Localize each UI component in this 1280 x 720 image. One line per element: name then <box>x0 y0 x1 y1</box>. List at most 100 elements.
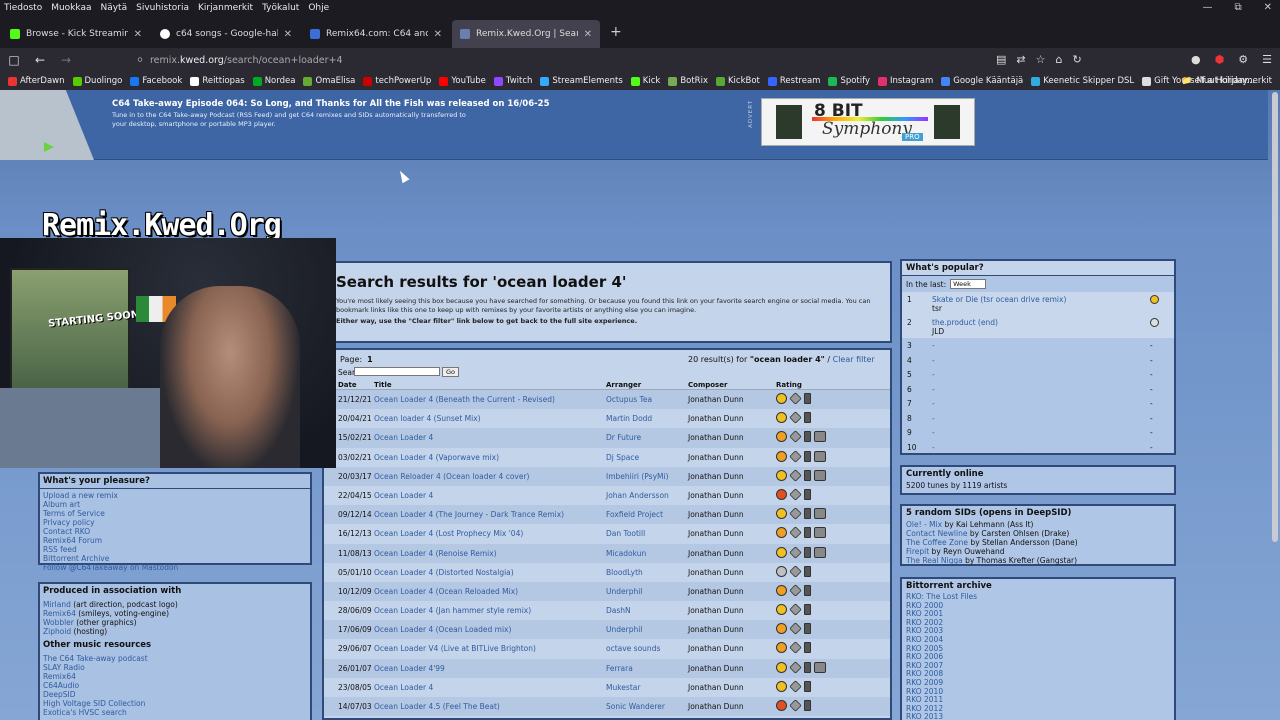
row-arranger-link[interactable]: Imbehiiri (PsyMi) <box>606 472 669 481</box>
resource-link[interactable]: DeepSID <box>43 690 307 699</box>
download-icon[interactable] <box>789 545 802 559</box>
resource-link[interactable]: C64Audio <box>43 681 307 690</box>
row-arranger-link[interactable]: BloodLyth <box>606 568 643 577</box>
pleasure-link[interactable]: Terms of Service <box>43 509 307 518</box>
row-arranger-link[interactable]: Ferrara <box>606 664 633 673</box>
row-title-link[interactable]: Ocean Loader 4 (Renoise Remix) <box>374 549 497 558</box>
association-link[interactable]: Ziphoid <box>43 627 71 636</box>
pleasure-link[interactable]: Follow @C64Takeaway on Mastodon <box>43 563 307 572</box>
page-number[interactable]: 1 <box>367 355 373 364</box>
reader-icon[interactable]: ▤ <box>996 53 1006 66</box>
row-title-link[interactable]: Ocean loader 4 (Sunset Mix) <box>374 414 481 423</box>
row-title-link[interactable]: Ocean Loader 4 (Beneath the Current - Re… <box>374 395 555 404</box>
bookmark-item[interactable]: BotRix <box>668 76 708 86</box>
c64-icon[interactable] <box>814 661 826 673</box>
adblock-icon[interactable]: ⬢ <box>1215 53 1225 66</box>
smiley-icon[interactable] <box>776 450 787 462</box>
menu-edit[interactable]: Muokkaa <box>51 3 91 13</box>
download-icon[interactable] <box>789 603 802 616</box>
row-arranger-link[interactable]: Dan Tootill <box>606 529 645 538</box>
tab-remix64[interactable]: Remix64.com: C64 and Amiga M ✕ <box>302 20 450 48</box>
resource-link[interactable]: Remix64 <box>43 672 307 681</box>
download-icon[interactable] <box>789 392 802 405</box>
other-bookmarks[interactable]: 📁 Muut kirjanmerkit <box>1182 76 1272 86</box>
back-icon[interactable]: ← <box>32 53 48 67</box>
smiley-icon[interactable] <box>776 412 787 424</box>
download-icon[interactable] <box>789 660 802 674</box>
bookmark-item[interactable]: Google Kääntäjä <box>941 76 1023 86</box>
bookmark-item[interactable]: techPowerUp <box>363 76 431 86</box>
random-sid-link[interactable]: Firepit <box>906 547 929 556</box>
speaker-icon[interactable] <box>804 661 811 673</box>
smiley-icon[interactable] <box>776 680 787 692</box>
smiley-icon[interactable] <box>776 527 787 539</box>
resource-link[interactable]: Exotica's HVSC search <box>43 708 307 717</box>
row-arranger-link[interactable]: Foxfield Project <box>606 510 663 519</box>
menu-help[interactable]: Ohje <box>308 3 329 13</box>
download-icon[interactable] <box>789 699 802 712</box>
row-arranger-link[interactable]: Underphil <box>606 587 642 596</box>
c64-icon[interactable] <box>814 469 826 481</box>
account-icon[interactable]: ● <box>1191 53 1201 66</box>
download-icon[interactable] <box>789 488 802 501</box>
sidebar-toggle-icon[interactable]: □ <box>6 53 22 67</box>
advert-banner[interactable]: 8 BIT Symphony PRO <box>761 98 975 146</box>
speaker-icon[interactable] <box>804 546 811 558</box>
menu-icon[interactable]: ☰ <box>1262 53 1272 66</box>
download-icon[interactable] <box>789 680 802 693</box>
row-arranger-link[interactable]: DashN <box>606 606 631 615</box>
resource-link[interactable]: High Voltage SID Collection <box>43 699 307 708</box>
row-arranger-link[interactable]: Dr Future <box>606 433 641 442</box>
pleasure-link[interactable]: Contact RKO <box>43 527 307 536</box>
bookmark-item[interactable]: Nordea <box>252 76 295 86</box>
c64-icon[interactable] <box>814 546 826 558</box>
association-link[interactable]: Mirland <box>43 600 71 609</box>
minimize-icon[interactable]: — <box>1202 2 1212 13</box>
resource-link[interactable]: The C64 Take-away podcast <box>43 654 307 663</box>
bookmark-item[interactable]: Keenetic Skipper DSL <box>1031 76 1134 86</box>
pleasure-link[interactable]: Upload a new remix <box>43 491 307 500</box>
resource-link[interactable]: SLAY Radio <box>43 663 307 672</box>
bookmark-item[interactable]: Duolingo <box>72 76 122 86</box>
row-arranger-link[interactable]: Mukestar <box>606 683 640 692</box>
speaker-icon[interactable] <box>804 488 811 500</box>
download-icon[interactable] <box>789 430 802 444</box>
speaker-icon[interactable] <box>804 527 811 539</box>
row-title-link[interactable]: Ocean Loader 4 <box>374 433 433 442</box>
speaker-icon[interactable] <box>804 623 811 635</box>
speaker-icon[interactable] <box>804 393 811 404</box>
download-icon[interactable] <box>789 622 802 635</box>
bookmark-item[interactable]: OmaElisa <box>303 76 355 86</box>
close-tab-icon[interactable]: ✕ <box>584 29 592 40</box>
reload-icon[interactable]: ↻ <box>1072 53 1081 66</box>
close-tab-icon[interactable]: ✕ <box>134 29 142 40</box>
bookmark-item[interactable]: Kick <box>630 76 660 86</box>
bookmark-item[interactable]: KickBot <box>715 76 760 86</box>
smiley-icon[interactable] <box>776 508 787 520</box>
star-icon[interactable]: ☆ <box>1036 53 1046 66</box>
row-title-link[interactable]: Ocean Loader 4 (The Journey - Dark Tranc… <box>374 510 564 519</box>
torrent-link[interactable]: RKO 2013 <box>906 712 943 720</box>
row-title-link[interactable]: Ocean Loader 4 (Distorted Nostalgia) <box>374 568 514 577</box>
association-link[interactable]: Remix64 <box>43 609 76 618</box>
download-icon[interactable] <box>789 526 802 540</box>
speaker-icon[interactable] <box>804 508 811 520</box>
bookmark-item[interactable]: Facebook <box>130 76 182 86</box>
row-title-link[interactable]: Ocean Loader 4 (Lost Prophecy Mix '04) <box>374 529 523 538</box>
smiley-icon[interactable] <box>776 623 787 635</box>
smiley-icon[interactable] <box>776 431 787 443</box>
random-sid-link[interactable]: Contact Newline <box>906 529 967 538</box>
association-link[interactable]: Wobbler <box>43 618 74 627</box>
bookmark-item[interactable]: StreamElements <box>540 76 623 86</box>
row-arranger-link[interactable]: Micadokun <box>606 549 646 558</box>
bookmark-item[interactable]: Twitch <box>493 76 532 86</box>
forward-icon[interactable]: → <box>58 53 74 67</box>
tab-kick[interactable]: Browse - Kick Streaming ✕ <box>2 20 150 48</box>
smiley-icon[interactable] <box>776 546 787 558</box>
smiley-icon[interactable] <box>776 584 787 596</box>
col-composer[interactable]: Composer <box>688 381 727 389</box>
download-icon[interactable] <box>789 564 802 578</box>
smiley-icon[interactable] <box>776 488 787 500</box>
row-arranger-link[interactable]: Martin Dodd <box>606 414 652 423</box>
speaker-icon[interactable] <box>804 469 811 481</box>
